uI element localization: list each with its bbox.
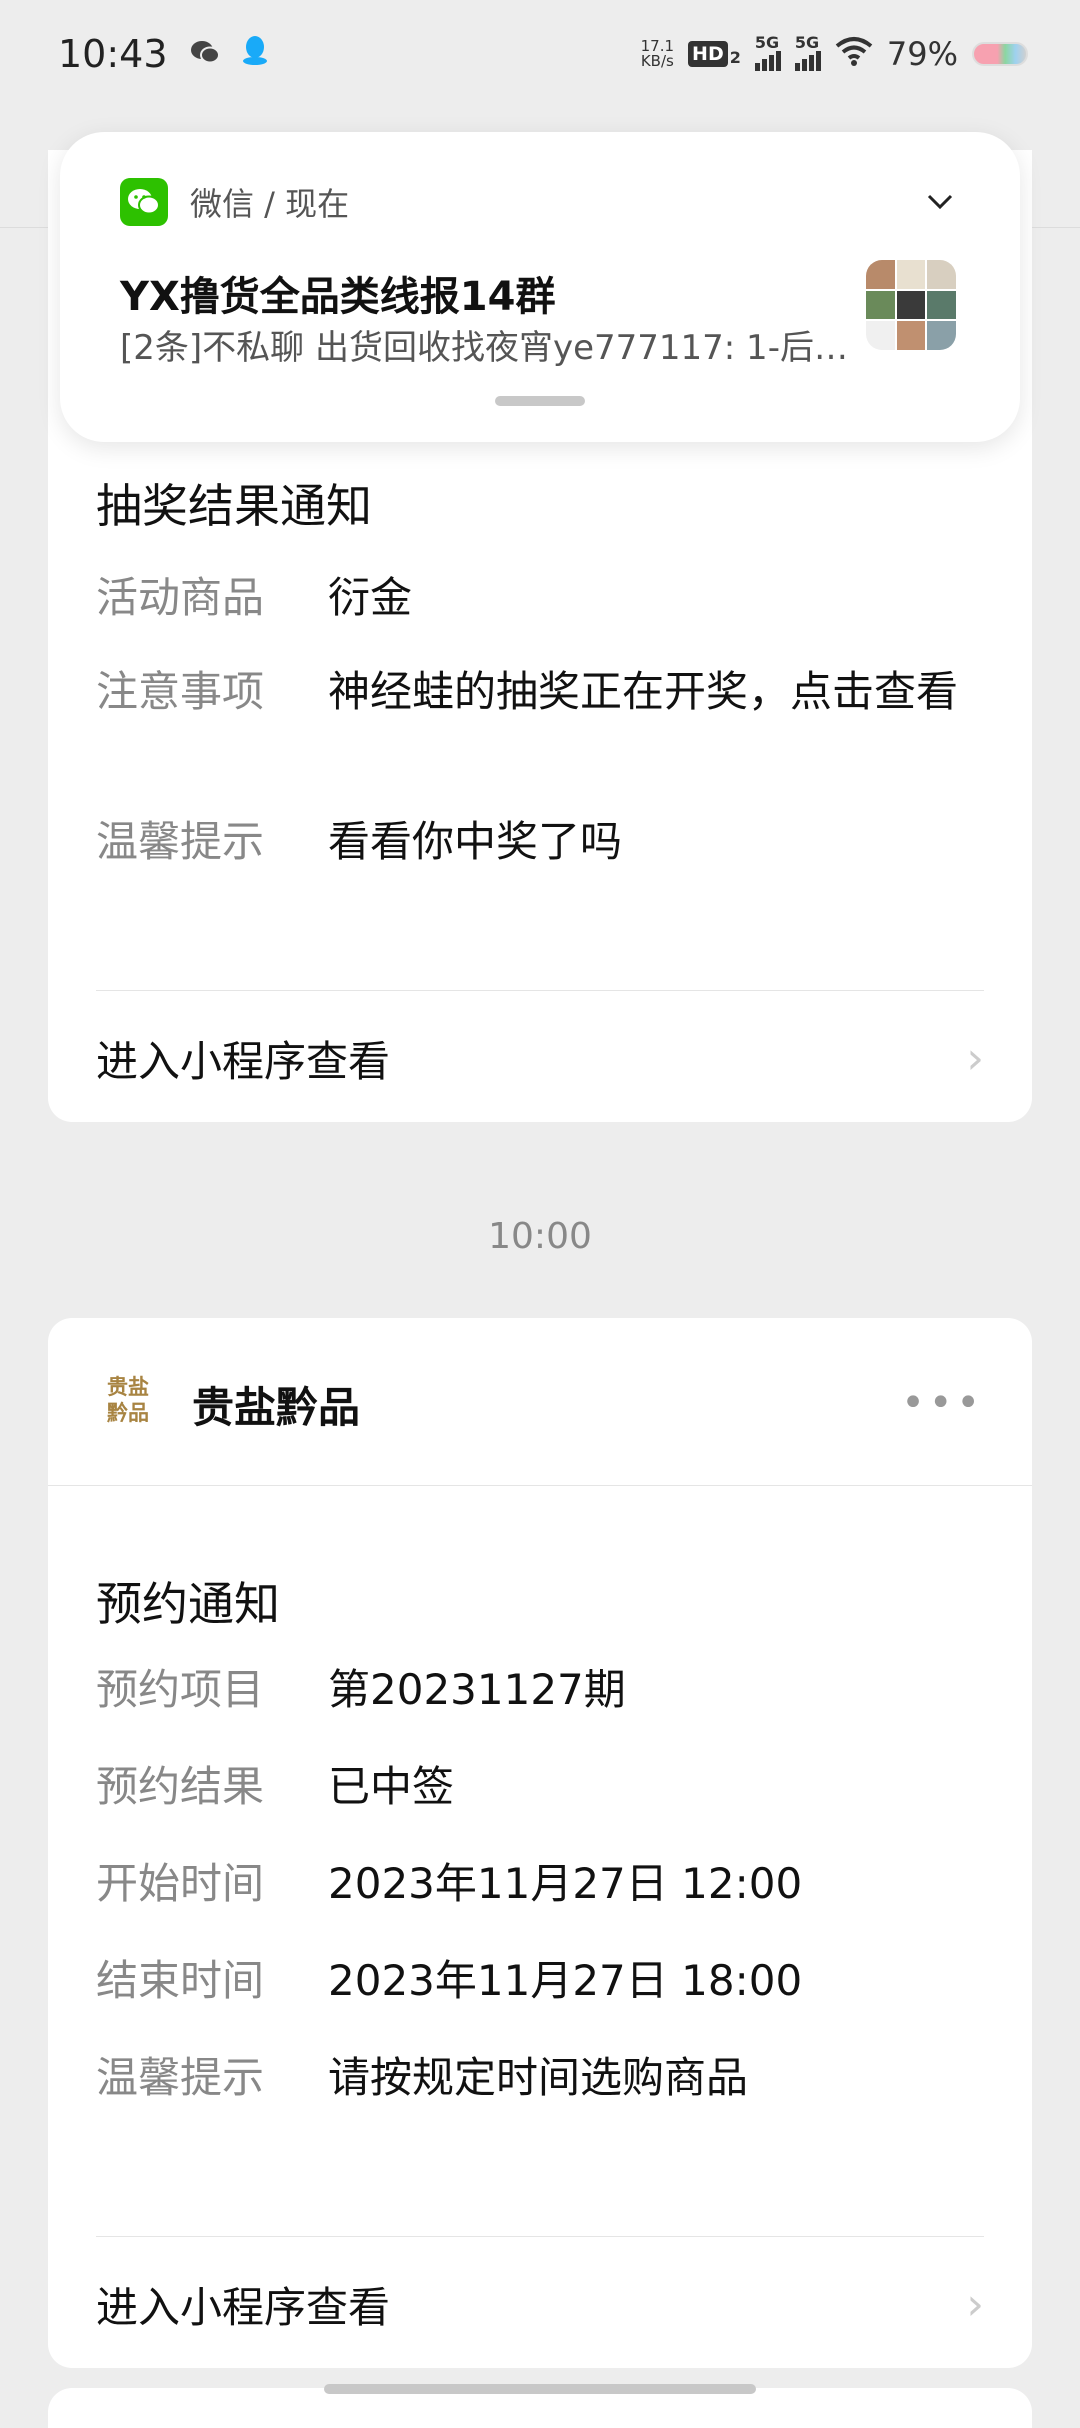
wechat-notification[interactable]: 微信 / 现在 YX撸货全品类线报14群 [2条]不私聊 出货回收找夜宵ye77…: [60, 132, 1020, 442]
card-title: 抽奖结果通知: [96, 479, 372, 533]
row-key: 活动商品: [96, 573, 265, 622]
time-separator: 10:00: [488, 1216, 592, 1257]
row-value: 已中签: [328, 1762, 455, 1811]
notif-drag-handle[interactable]: [495, 396, 585, 406]
wifi-icon: [835, 34, 873, 75]
link-label: 进入小程序查看: [96, 1036, 391, 1086]
divider: [96, 990, 984, 991]
notif-app-name: 微信 / 现在: [190, 185, 350, 223]
net-speed: 17.1 KB/s: [641, 39, 674, 69]
row-value: 看看你中奖了吗: [328, 817, 623, 866]
chevron-right-icon: ›: [966, 2278, 984, 2330]
enter-mini-program-link[interactable]: 进入小程序查看 ›: [96, 2264, 984, 2344]
signal1-label: 5G: [754, 33, 780, 52]
signal-icon-2: 5G: [794, 33, 821, 71]
qq-status-icon: [242, 34, 268, 75]
row-key: 结束时间: [96, 1956, 265, 2005]
card-title: 预约通知: [96, 1577, 280, 1631]
wechat-icon: [120, 178, 168, 226]
next-card-edge: [48, 2388, 1032, 2428]
hd-label: HD: [688, 41, 728, 67]
row-value: 神经蛙的抽奖正在开奖，点击查看: [328, 667, 959, 716]
signal-icon-1: 5G: [754, 33, 781, 71]
link-label: 进入小程序查看: [96, 2282, 391, 2332]
brand-logo: 贵盐 黔品: [107, 1374, 149, 1425]
row-key: 预约结果: [96, 1762, 265, 1811]
net-speed-unit: KB/s: [640, 52, 674, 70]
divider: [96, 2236, 984, 2237]
signal2-label: 5G: [794, 33, 820, 52]
info-row: 结束时间 2023年11月27日 18:00: [96, 1953, 996, 2009]
status-bar: 10:43 17.1 KB/s HD 2 5G 5G 79%: [0, 0, 1080, 108]
battery-percent: 79%: [886, 35, 958, 73]
brand-name[interactable]: 贵盐黔品: [192, 1374, 360, 1435]
notif-title: YX撸货全品类线报14群: [120, 274, 556, 320]
enter-mini-program-link[interactable]: 进入小程序查看 ›: [96, 1018, 984, 1098]
reservation-card: 贵盐 黔品 贵盐黔品 ••• 预约通知 预约项目 第20231127期 预约结果 …: [48, 1318, 1032, 2368]
group-avatar: [866, 260, 956, 350]
status-time: 10:43: [58, 32, 168, 76]
notif-app-row: 微信 / 现在: [120, 178, 349, 226]
row-key: 预约项目: [96, 1665, 265, 1714]
home-indicator[interactable]: [324, 2384, 756, 2394]
chevron-down-icon[interactable]: [926, 184, 954, 219]
info-row: 开始时间 2023年11月27日 12:00: [96, 1856, 996, 1912]
row-key: 注意事项: [96, 667, 265, 716]
chevron-right-icon: ›: [966, 1032, 984, 1084]
row-value: 2023年11月27日 18:00: [328, 1956, 803, 2005]
wechat-status-icon: [190, 34, 220, 75]
row-key: 开始时间: [96, 1859, 265, 1908]
info-row: 预约结果 已中签: [96, 1759, 996, 1815]
battery-icon: [972, 42, 1028, 66]
notif-body: [2条]不私聊 出货回收找夜宵ye777117: 1-后…: [120, 328, 848, 368]
row-key: 温馨提示: [96, 817, 265, 866]
hd-icon: HD 2: [688, 41, 741, 67]
row-value: 2023年11月27日 12:00: [328, 1859, 803, 1908]
row-key: 温馨提示: [96, 2053, 265, 2102]
row-value: 第20231127期: [328, 1665, 626, 1714]
row-value: 衍金: [328, 573, 413, 622]
row-value: 请按规定时间选购商品: [328, 2053, 749, 2102]
info-row: 预约项目 第20231127期: [96, 1662, 996, 1718]
more-icon[interactable]: •••: [901, 1380, 984, 1426]
info-row: 温馨提示 看看你中奖了吗: [96, 814, 996, 870]
info-row: 注意事项 神经蛙的抽奖正在开奖，点击查看: [96, 664, 996, 720]
info-row: 活动商品 衍金: [96, 570, 996, 626]
brand-header: 贵盐 黔品 贵盐黔品 •••: [48, 1318, 1032, 1486]
hd-sub: 2: [729, 48, 741, 67]
info-row: 温馨提示 请按规定时间选购商品: [96, 2050, 996, 2106]
